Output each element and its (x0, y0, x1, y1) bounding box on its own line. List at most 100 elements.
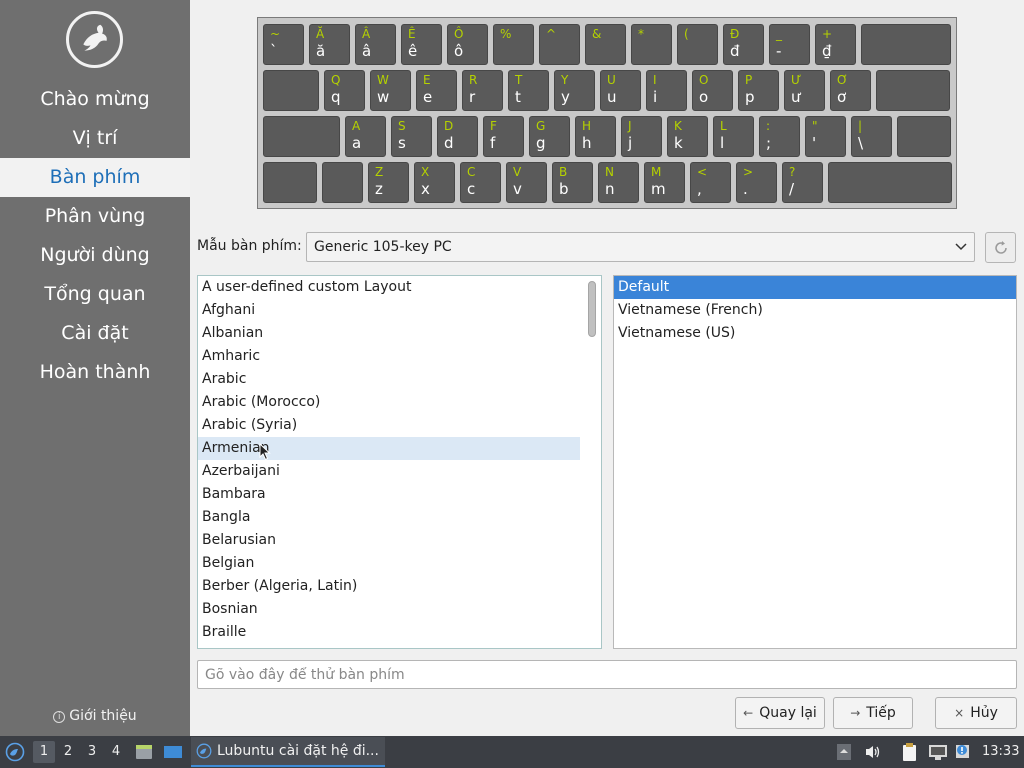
layout-list-item[interactable]: Belarusian (198, 529, 580, 552)
key-shift-label: ~ (270, 27, 281, 41)
network-icon[interactable] (928, 743, 948, 761)
keyboard-key: _ - (769, 24, 810, 65)
variant-list[interactable]: Default Vietnamese (French) Vietnamese (US… (613, 275, 1017, 649)
update-notifier-icon[interactable] (954, 742, 974, 762)
layout-list-item[interactable]: Belgian (198, 552, 580, 575)
desktop-switch-3[interactable]: 3 (81, 741, 103, 763)
about-button[interactable]: i Giới thiệu (0, 708, 190, 724)
keyboard-key: ~ ` (263, 24, 304, 65)
key-base-label: l (720, 134, 725, 152)
file-manager-icon[interactable] (134, 743, 154, 761)
key-base-label: k (674, 134, 683, 152)
layout-list-item[interactable]: Arabic (198, 368, 580, 391)
key-shift-label: Đ (730, 27, 740, 41)
cancel-button-label: Hủy (970, 705, 998, 721)
layout-list-item[interactable]: Bosnian (198, 598, 580, 621)
desktop-switch-1[interactable]: 1 (33, 741, 55, 763)
layout-list-item[interactable]: Arabic (Morocco) (198, 391, 580, 414)
key-shift-label: L (720, 119, 727, 133)
layout-list-item[interactable]: Arabic (Syria) (198, 414, 580, 437)
key-shift-label: _ (776, 27, 782, 41)
keyboard-key: Dd (437, 116, 478, 157)
key-base-label: t (515, 88, 521, 106)
next-button[interactable]: → Tiếp (833, 697, 913, 729)
volume-icon[interactable] (864, 744, 882, 760)
key-base-label: w (377, 88, 390, 106)
arrow-right-icon: → (850, 706, 861, 720)
layout-list-item[interactable]: Braille (198, 621, 580, 644)
key-shift-label: Ê (408, 27, 416, 41)
taskbar: 1234 Lubuntu cài đặt hệ đi... 13:33 (0, 736, 1024, 768)
key-shift-label: ^ (546, 27, 557, 41)
desktop-switch-2[interactable]: 2 (57, 741, 79, 763)
tray-expand-icon[interactable] (836, 743, 852, 761)
layout-list-item[interactable]: Bambara (198, 483, 580, 506)
key-shift-label: E (423, 73, 431, 87)
step-item: Bàn phím (0, 158, 190, 197)
key-base-label: b (559, 180, 569, 198)
step-item: Tổng quan (44, 283, 146, 305)
keyboard-model-label: Mẫu bàn phím: (197, 238, 302, 254)
key-base-label: v (513, 180, 522, 198)
key-shift-label: X (421, 165, 430, 179)
layout-list[interactable]: A user-defined custom Layout Afghani Alban… (197, 275, 602, 649)
keyboard-key: Vv (506, 162, 547, 203)
key-shift-label: | (858, 119, 863, 133)
keyboard-key: Ww (370, 70, 411, 111)
key-base-label: p (745, 88, 755, 106)
desktop-switch-4[interactable]: 4 (105, 741, 127, 763)
key-shift-label: Â (362, 27, 371, 41)
key-shift-label: Y (561, 73, 569, 87)
key-shift-label: ? (789, 165, 796, 179)
keyboard-key: Gg (529, 116, 570, 157)
variant-list-item[interactable]: Default (614, 276, 1016, 299)
key-base-label: - (776, 42, 782, 60)
layout-list-item[interactable]: Azerbaijani (198, 460, 580, 483)
keyboard-key (263, 70, 319, 111)
keyboard-key: Rr (462, 70, 503, 111)
keyboard-key: & (585, 24, 626, 65)
variant-list-item[interactable]: Vietnamese (US) (614, 322, 1016, 345)
key-base-label: a (352, 134, 362, 152)
layout-list-item[interactable]: Armenian (198, 437, 580, 460)
layout-list-item[interactable]: Berber (Algeria, Latin) (198, 575, 580, 598)
keyboard-key: Kk (667, 116, 708, 157)
keyboard-key: | \ (851, 116, 892, 157)
keyboard-key (876, 70, 950, 111)
key-base-label: c (467, 180, 476, 198)
taskbar-task-installer[interactable]: Lubuntu cài đặt hệ đi... (191, 737, 385, 767)
keyboard-key (897, 116, 951, 157)
arrow-left-icon: ← (743, 706, 754, 720)
key-base-label: â (362, 42, 372, 60)
next-button-label: Tiếp (866, 705, 896, 721)
key-base-label: ô (454, 42, 464, 60)
keyboard-key: Ii (646, 70, 687, 111)
clock[interactable]: 13:33 (982, 744, 1019, 759)
layout-list-item[interactable]: Amharic (198, 345, 580, 368)
cancel-button[interactable]: × Hủy (935, 697, 1017, 729)
layout-list-item[interactable]: Afghani (198, 299, 580, 322)
installer-icon (196, 743, 212, 759)
keyboard-key: Ff (483, 116, 524, 157)
key-shift-label: B (559, 165, 568, 179)
layout-list-item[interactable]: Bangla (198, 506, 580, 529)
clipboard-icon[interactable] (900, 742, 920, 762)
key-base-label: q (331, 88, 341, 106)
keyboard-model-select[interactable]: Generic 105-key PC (306, 232, 975, 262)
layout-list-item[interactable]: A user-defined custom Layout (198, 276, 580, 299)
keyboard-key: >. (736, 162, 777, 203)
layout-list-item[interactable]: Albanian (198, 322, 580, 345)
show-desktop-icon[interactable] (163, 744, 183, 760)
back-button[interactable]: ← Quay lại (735, 697, 825, 729)
key-shift-label: Ă (316, 27, 325, 41)
start-menu-icon[interactable] (5, 742, 25, 762)
reset-model-button[interactable] (985, 232, 1016, 263)
step-item: Hoàn thành (39, 361, 151, 383)
keyboard-key (828, 162, 952, 203)
keyboard-key: " ' (805, 116, 846, 157)
layout-list-scrollbar[interactable] (588, 281, 596, 337)
keyboard-test-input[interactable] (197, 660, 1017, 689)
close-icon: × (954, 706, 965, 720)
variant-list-item[interactable]: Vietnamese (French) (614, 299, 1016, 322)
key-shift-label: P (745, 73, 753, 87)
